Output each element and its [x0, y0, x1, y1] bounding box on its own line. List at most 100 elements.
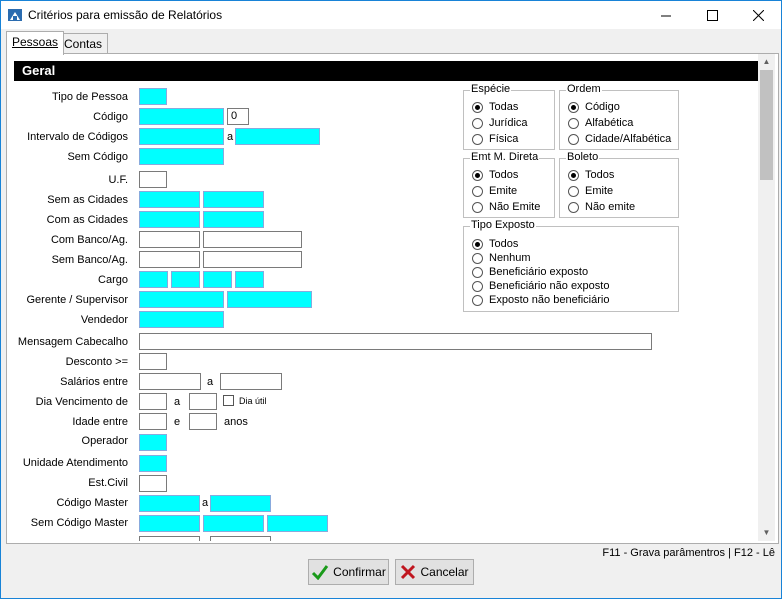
radio-exposto-nenhum[interactable]: Nenhum	[472, 251, 531, 265]
radio-ordem-cidade[interactable]: Cidade/Alfabética	[568, 132, 671, 146]
vendedor-input[interactable]	[139, 311, 224, 328]
cargo-input-3[interactable]	[203, 271, 232, 288]
idade-to-input[interactable]	[189, 413, 217, 430]
sep-idade: e	[174, 416, 181, 428]
radio-label: Física	[489, 133, 519, 145]
radio-ordem-codigo[interactable]: Código	[568, 100, 620, 114]
codigo-master-from-input[interactable]	[139, 495, 200, 512]
confirm-label: Confirmar	[333, 565, 386, 579]
radio-label: Nenhum	[489, 252, 531, 264]
radio-emt-emite[interactable]: Emite	[472, 184, 517, 198]
sem-codigo-input[interactable]	[139, 148, 224, 165]
supervisor-input[interactable]	[227, 291, 312, 308]
radio-exposto-benef-nao-exposto[interactable]: Beneficiário não exposto	[472, 279, 609, 293]
cargo-input-4[interactable]	[235, 271, 264, 288]
intervalo-codigo-to-input[interactable]	[235, 128, 320, 145]
close-button[interactable]	[735, 1, 781, 29]
label-est-civil: Est.Civil	[88, 477, 128, 489]
radio-label: Exposto não beneficiário	[489, 294, 610, 306]
codigo-input[interactable]	[139, 108, 224, 125]
radio-icon	[568, 201, 579, 213]
label-vendedor: Vendedor	[80, 314, 128, 326]
scroll-down-icon[interactable]: ▼	[758, 525, 775, 541]
radio-emt-todos[interactable]: Todos	[472, 168, 518, 182]
pessoas-panel: Geral Tipo de Pessoa Código 0 Intervalo …	[6, 53, 779, 544]
gerente-input[interactable]	[139, 291, 224, 308]
salario-to-input[interactable]	[220, 373, 282, 390]
label-com-cidades: Com as Cidades	[46, 214, 128, 226]
dia-util-checkbox[interactable]: Dia útil	[223, 395, 267, 406]
cargo-input-2[interactable]	[171, 271, 200, 288]
com-cidades-input-2[interactable]	[203, 211, 264, 228]
radio-ordem-alfabetica[interactable]: Alfabética	[568, 116, 633, 130]
intervalo-codigo-from-input[interactable]	[139, 128, 224, 145]
radio-label: Todas	[489, 101, 519, 113]
com-agencia-input[interactable]	[203, 231, 302, 248]
radio-exposto-todos[interactable]: Todos	[472, 237, 518, 251]
radio-exposto-benef-exposto[interactable]: Beneficiário exposto	[472, 265, 588, 279]
cancel-button[interactable]: Cancelar	[395, 559, 474, 585]
operador-input[interactable]	[139, 434, 167, 451]
sem-codigo-master-input-3[interactable]	[267, 515, 328, 532]
radio-icon	[568, 117, 579, 129]
radio-emt-nao-emite[interactable]: Não Emite	[472, 200, 540, 214]
radio-boleto-todos[interactable]: Todos	[568, 168, 614, 182]
window-title: Critérios para emissão de Relatórios	[28, 8, 223, 22]
label-codigo: Código	[93, 111, 128, 123]
anos-label: anos	[224, 416, 248, 428]
radio-icon	[472, 185, 483, 197]
tipo-pessoa-input[interactable]	[139, 88, 167, 105]
com-banco-input[interactable]	[139, 231, 200, 248]
label-codigo-master: Código Master	[56, 497, 128, 509]
sem-codigo-master-input-1[interactable]	[139, 515, 200, 532]
tab-contas[interactable]: Contas	[58, 33, 109, 54]
scroll-content: Geral Tipo de Pessoa Código 0 Intervalo …	[14, 61, 758, 541]
sep-dia-venc: a	[174, 396, 181, 408]
label-sem-codigo: Sem Código	[67, 151, 128, 163]
radio-boleto-emite[interactable]: Emite	[568, 184, 613, 198]
sem-banco-input[interactable]	[139, 251, 200, 268]
dia-venc-to-input[interactable]	[189, 393, 217, 410]
radio-especie-juridica[interactable]: Jurídica	[472, 116, 528, 130]
label-desconto: Desconto >=	[65, 356, 128, 368]
app-icon	[8, 9, 22, 21]
maximize-button[interactable]	[689, 1, 735, 29]
codigo-digit-value: 0	[231, 110, 238, 122]
tab-pessoas-label: Pessoas	[12, 35, 59, 49]
partial-input-2[interactable]	[210, 536, 271, 541]
dia-venc-from-input[interactable]	[139, 393, 167, 410]
codigo-master-to-input[interactable]	[210, 495, 271, 512]
unidade-atendimento-input[interactable]	[139, 455, 167, 472]
salario-from-input[interactable]	[139, 373, 201, 390]
partial-input-1[interactable]	[139, 536, 200, 541]
confirm-button[interactable]: Confirmar	[308, 559, 389, 585]
label-uf: U.F.	[108, 174, 128, 186]
label-salarios: Salários entre	[60, 376, 128, 388]
sem-cidades-input-2[interactable]	[203, 191, 264, 208]
scroll-up-icon[interactable]: ▲	[758, 54, 775, 70]
sem-agencia-input[interactable]	[203, 251, 302, 268]
radio-boleto-nao-emite[interactable]: Não emite	[568, 200, 635, 214]
radio-label: Emite	[489, 185, 518, 197]
dia-util-label: Dia útil	[239, 395, 267, 406]
radio-especie-todas[interactable]: Todas	[472, 100, 518, 114]
codigo-digit-input[interactable]: 0	[227, 108, 249, 125]
scroll-thumb[interactable]	[760, 70, 773, 180]
mensagem-cabecalho-input[interactable]	[139, 333, 652, 350]
minimize-button[interactable]	[643, 1, 689, 29]
cargo-input-1[interactable]	[139, 271, 168, 288]
com-cidades-input-1[interactable]	[139, 211, 200, 228]
tab-pessoas[interactable]: Pessoas	[6, 31, 65, 55]
sem-cidades-input-1[interactable]	[139, 191, 200, 208]
radio-exposto-nao-benef[interactable]: Exposto não beneficiário	[472, 293, 609, 307]
label-unidade: Unidade Atendimento	[22, 457, 128, 469]
vertical-scrollbar[interactable]: ▲ ▼	[758, 54, 775, 541]
desconto-input[interactable]	[139, 353, 167, 370]
sem-codigo-master-input-2[interactable]	[203, 515, 264, 532]
radio-icon	[472, 266, 483, 278]
est-civil-input[interactable]	[139, 475, 167, 492]
uf-input[interactable]	[139, 171, 167, 188]
radio-especie-fisica[interactable]: Física	[472, 132, 518, 146]
idade-from-input[interactable]	[139, 413, 167, 430]
main-window: Critérios para emissão de Relatórios Pes…	[0, 0, 782, 599]
